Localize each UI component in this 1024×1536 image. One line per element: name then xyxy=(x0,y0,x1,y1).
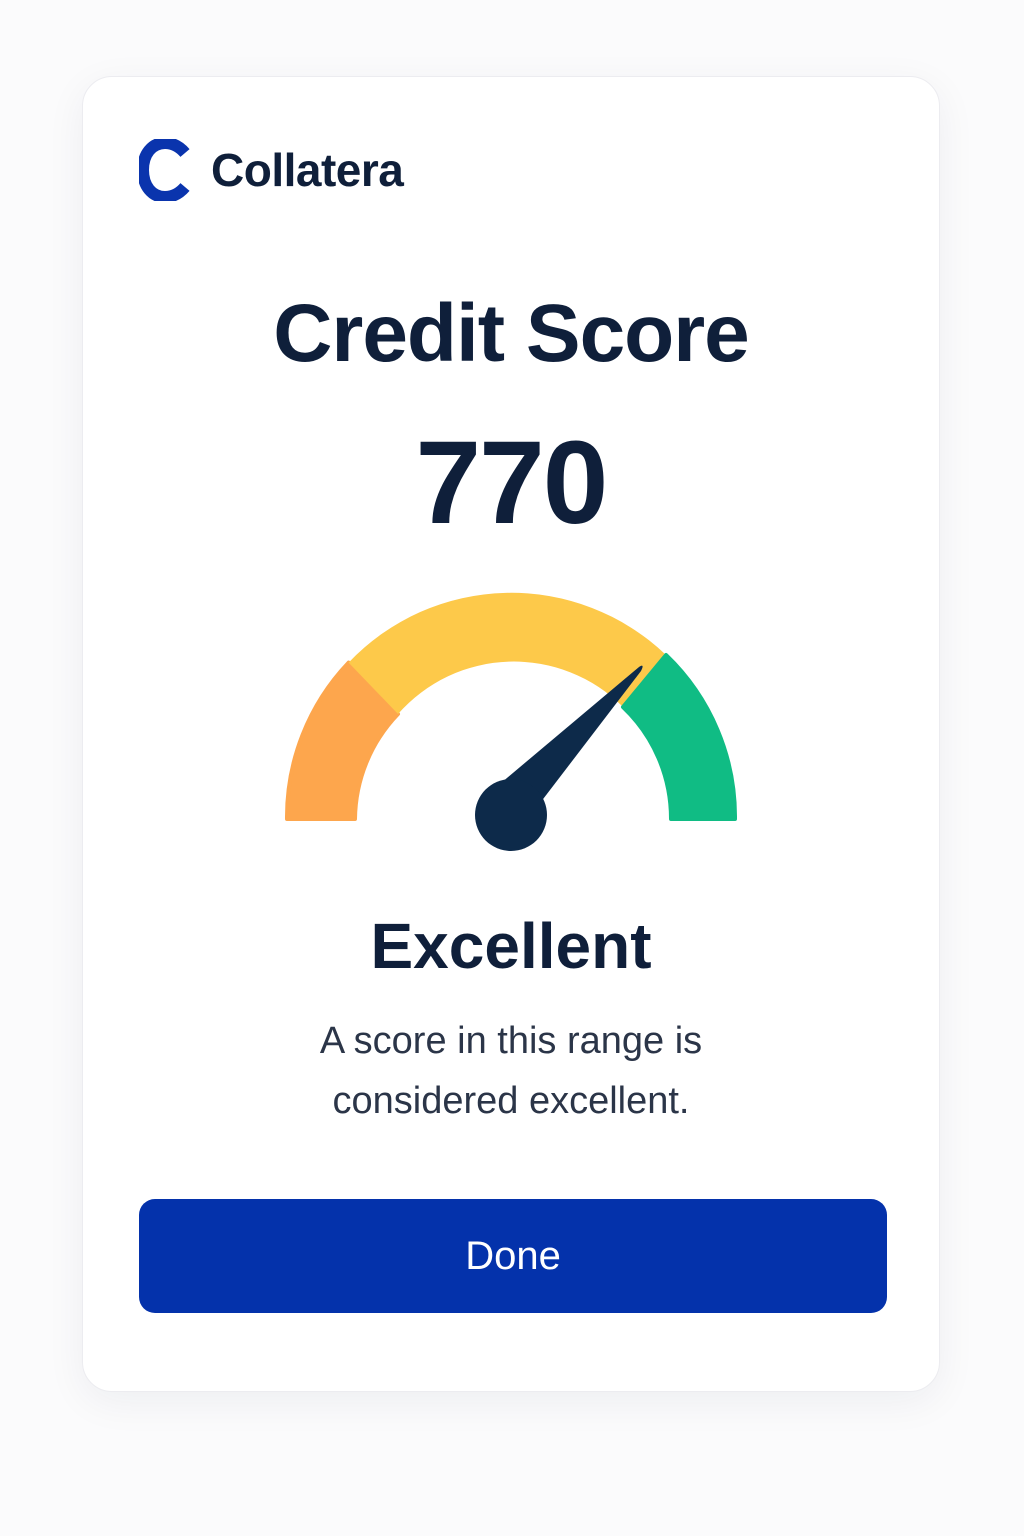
credit-score-value: 770 xyxy=(415,417,609,549)
score-description: A score in this range is considered exce… xyxy=(319,1020,703,1122)
collatera-logo-icon xyxy=(139,139,190,201)
brand-name: Collatera xyxy=(211,144,404,196)
credit-score-card: Collatera Credit Score 770 Excellent A s… xyxy=(82,76,940,1392)
brand: Collatera xyxy=(139,139,404,201)
gauge-needle-hub xyxy=(475,779,547,851)
page-title: Credit Score xyxy=(273,288,750,379)
done-button[interactable]: Done xyxy=(139,1199,887,1313)
credit-score-gauge xyxy=(284,592,738,851)
score-rating: Excellent xyxy=(370,910,652,982)
